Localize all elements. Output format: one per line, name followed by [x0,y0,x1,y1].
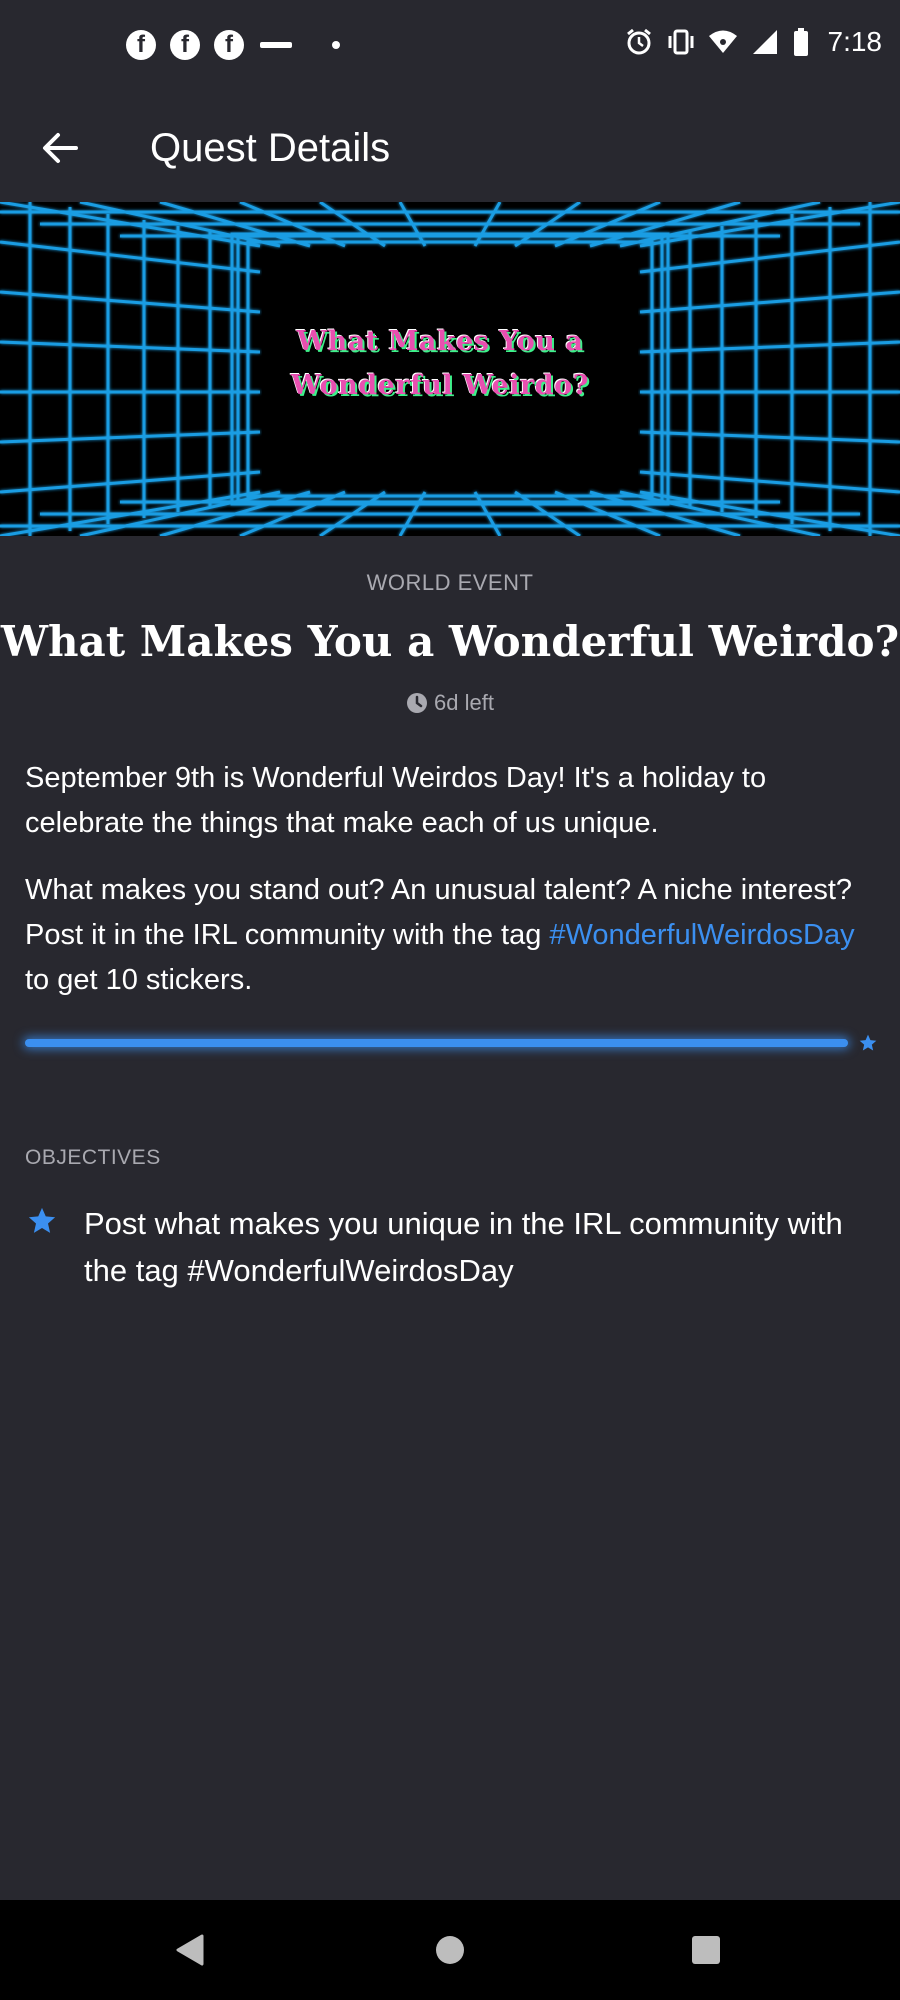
description-text: to get 10 stickers. [25,964,253,996]
nav-home-button[interactable] [430,1930,470,1970]
banner-title: What Makes You a Wonderful Weirdo? [250,320,630,408]
quest-description-1: September 9th is Wonderful Weirdos Day! … [25,762,767,839]
wifi-icon [708,27,738,57]
system-nav-bar [0,1900,900,2000]
arrow-left-icon [43,133,78,163]
star-icon [28,1207,56,1233]
banner-title-line-2: Wonderful Weirdo? [291,370,589,401]
quest-title: What Makes You a Wonderful Weirdo? [0,617,900,666]
progress-fill [25,1039,848,1047]
alarm-icon [624,27,654,57]
nav-back-button[interactable] [170,1930,210,1970]
facebook-icon: f [170,30,200,60]
facebook-icon: f [214,30,244,60]
page-title: Quest Details [150,126,391,170]
objectives-heading: OBJECTIVES [25,1146,161,1169]
star-icon [859,1034,877,1051]
back-button[interactable] [30,118,90,178]
hashtag-link[interactable]: #WonderfulWeirdosDay [549,919,854,951]
system-icons: 7:18 [624,26,883,58]
status-time: 7:18 [827,26,883,57]
clock-icon [407,693,428,713]
quest-description-2: What makes you stand out? An unusual tal… [25,868,875,1003]
quest-banner-image: What Makes You a Wonderful Weirdo? [0,202,900,536]
status-bar: f f f 7:18 [0,0,900,98]
vibrate-icon [666,27,696,57]
notification-icons: f f f [126,30,340,60]
recents-square-icon [692,1936,720,1964]
time-left-text: 6d left [434,690,494,715]
objective-text: Post what makes you unique in the IRL co… [84,1206,843,1288]
banner-title-line-1: What Makes You a [296,326,584,357]
home-circle-icon [436,1936,464,1964]
objective-item: Post what makes you unique in the IRL co… [25,1200,875,1300]
time-left: 6d left [0,690,900,716]
progress-track [25,1039,848,1047]
app-bar: Quest Details [0,98,900,202]
dot-icon [332,41,340,49]
event-type-label: WORLD EVENT [366,570,534,595]
quest-progress [25,1034,877,1056]
back-triangle-icon [176,1934,204,1966]
dash-icon [260,42,292,48]
battery-icon [792,27,810,57]
facebook-icon: f [126,30,156,60]
signal-icon [750,27,780,57]
nav-recents-button[interactable] [686,1930,726,1970]
